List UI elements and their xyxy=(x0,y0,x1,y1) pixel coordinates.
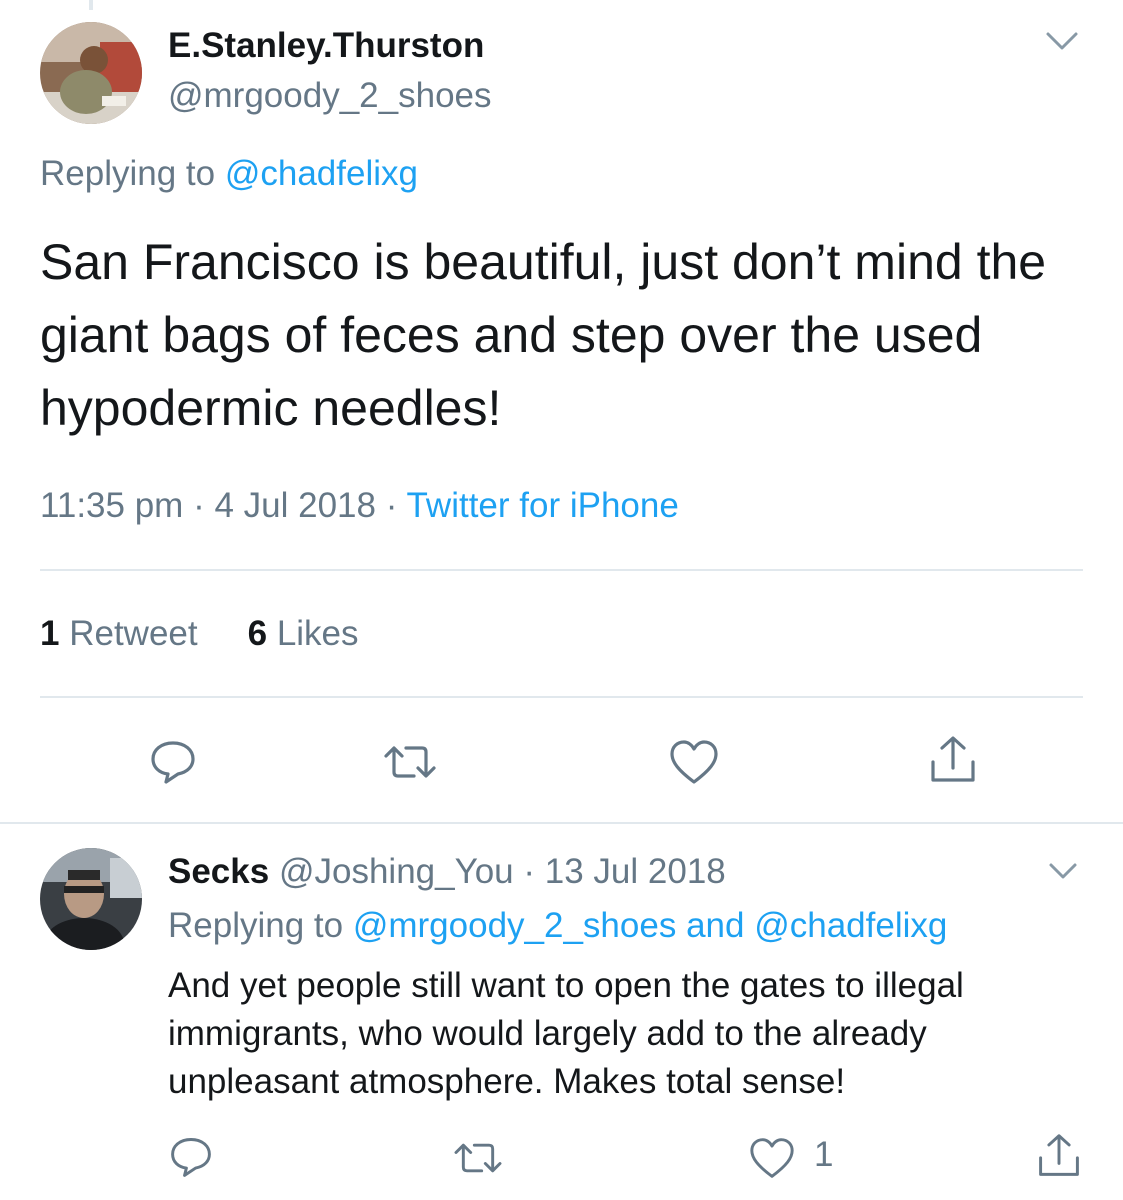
display-name[interactable]: Secks xyxy=(168,852,269,891)
reply-icon[interactable] xyxy=(168,1134,214,1185)
handle[interactable]: @mrgoody_2_shoes xyxy=(168,76,492,116)
main-tweet: E.Stanley.Thurston @mrgoody_2_shoes Repl… xyxy=(0,0,1123,822)
replying-prefix: Replying to xyxy=(40,154,225,193)
tweet-time[interactable]: 11:35 pm xyxy=(40,486,183,525)
separator: · xyxy=(523,852,536,891)
retweet-label: Retweet xyxy=(69,614,198,653)
divider xyxy=(40,696,1083,698)
like-icon[interactable] xyxy=(668,738,720,791)
tweet-meta: 11:35 pm · 4 Jul 2018 · Twitter for iPho… xyxy=(40,486,679,526)
retweet-icon[interactable] xyxy=(382,738,438,791)
replying-to: Replying to @chadfelixg xyxy=(40,154,418,194)
replying-to: Replying to @mrgoody_2_shoes and @chadfe… xyxy=(168,906,947,946)
retweet-count: 1 xyxy=(40,614,60,653)
handle[interactable]: @Joshing_You xyxy=(279,852,514,891)
divider xyxy=(40,569,1083,571)
chevron-down-icon[interactable] xyxy=(1042,26,1082,61)
reply-icon[interactable] xyxy=(148,738,198,791)
tweet-date[interactable]: 4 Jul 2018 xyxy=(214,486,376,525)
like-count: 1 xyxy=(814,1135,834,1174)
mention-link[interactable]: @chadfelixg xyxy=(754,906,947,945)
retweet-icon[interactable] xyxy=(452,1136,504,1185)
replying-prefix: Replying to xyxy=(168,906,353,945)
like-icon[interactable] xyxy=(748,1136,796,1185)
tweet-stats: 1 Retweet 6 Likes xyxy=(40,614,359,654)
replying-and: and xyxy=(686,906,745,945)
share-icon[interactable] xyxy=(928,734,978,791)
mention-link[interactable]: @mrgoody_2_shoes xyxy=(353,906,677,945)
avatar[interactable] xyxy=(40,848,142,950)
divider xyxy=(0,822,1123,824)
avatar[interactable] xyxy=(40,22,142,124)
tweet-text: And yet people still want to open the ga… xyxy=(168,966,964,1101)
separator: · xyxy=(193,486,205,525)
separator: · xyxy=(385,486,398,525)
share-icon[interactable] xyxy=(1036,1132,1082,1185)
tweet-text: San Francisco is beautiful, just don’t m… xyxy=(40,234,1047,436)
chevron-down-icon[interactable] xyxy=(1046,858,1080,889)
tweet-date[interactable]: 13 Jul 2018 xyxy=(545,852,726,891)
reply-header: Secks @Joshing_You · 13 Jul 2018 xyxy=(168,852,726,892)
retweet-stat[interactable]: 1 Retweet xyxy=(40,614,198,653)
like-count: 6 xyxy=(247,614,268,653)
mention-link[interactable]: @chadfelixg xyxy=(225,154,418,193)
source-link[interactable]: Twitter for iPhone xyxy=(406,486,678,525)
like-stat[interactable]: 6 Likes xyxy=(248,614,359,653)
like-label: Likes xyxy=(276,614,359,653)
display-name[interactable]: E.Stanley.Thurston xyxy=(168,26,484,66)
